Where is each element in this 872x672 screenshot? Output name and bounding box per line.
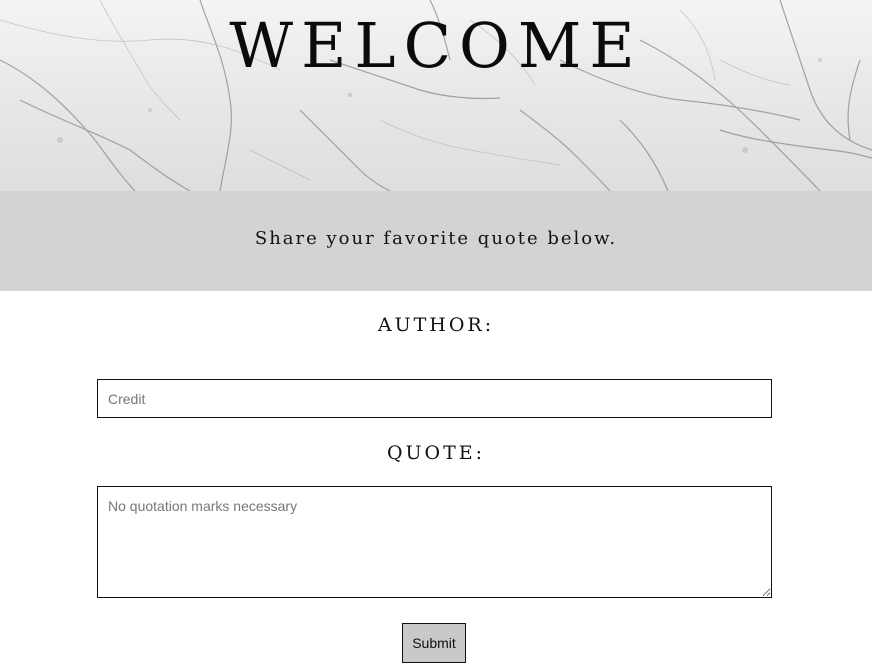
hero-header: WELCOME <box>0 0 872 191</box>
intro-text: Share your favorite quote below. <box>254 228 618 249</box>
submit-button[interactable]: Submit <box>402 623 466 663</box>
author-label: AUTHOR: <box>377 314 495 336</box>
intro-banner: Share your favorite quote below. <box>0 191 872 291</box>
author-input[interactable] <box>97 379 772 418</box>
quote-label: QUOTE: <box>386 442 486 464</box>
quote-textarea[interactable] <box>97 486 772 598</box>
page-title: WELCOME <box>229 9 643 82</box>
